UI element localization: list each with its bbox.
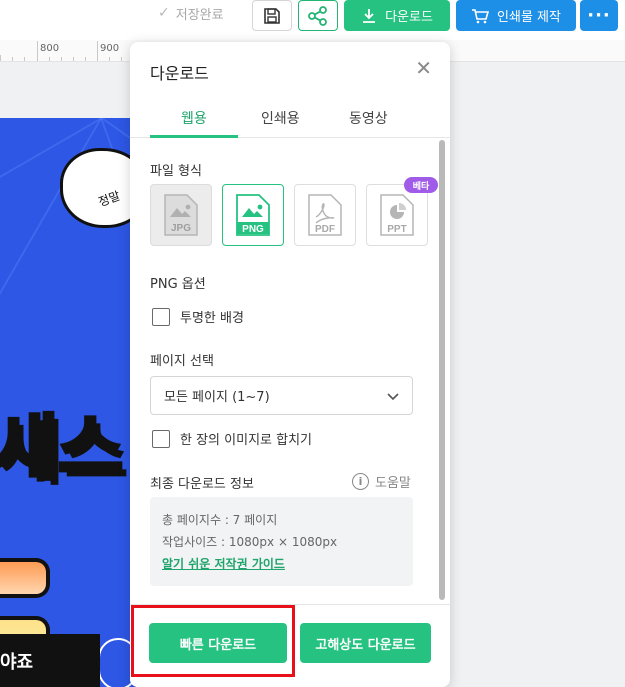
beta-badge: 베타 [404, 177, 438, 193]
fast-download-button[interactable]: 빠른 다운로드 [149, 623, 287, 663]
print-order-label: 인쇄물 제작 [497, 10, 561, 25]
ruler-label: 800 [40, 43, 60, 54]
tab-web[interactable]: 웹용 [181, 108, 207, 128]
panel-scrollbar[interactable] [439, 140, 445, 600]
bottom-label-box: 야죠 [0, 634, 100, 687]
download-icon [363, 8, 376, 23]
jpg-file-icon: JPG [164, 194, 198, 236]
download-tabs: 웹용 인쇄용 동영상 [130, 98, 450, 138]
help-link[interactable]: i 도움말 [352, 472, 411, 491]
panel-footer: 빠른 다운로드 고해상도 다운로드 [130, 604, 450, 687]
ppt-format-label: PPT [387, 224, 406, 235]
close-icon[interactable]: ✕ [415, 58, 432, 78]
merge-images-checkbox[interactable] [152, 429, 170, 448]
png-format-label: PNG [242, 224, 264, 235]
final-info-label: 최종 다운로드 정보 [150, 477, 254, 492]
tab-print[interactable]: 인쇄용 [261, 108, 300, 128]
ppt-file-icon: PPT [380, 194, 414, 236]
ruler-tick [24, 57, 25, 61]
download-button[interactable]: 다운로드 [344, 0, 450, 31]
active-tab-indicator [150, 135, 238, 138]
png-options-label: PNG 옵션 [150, 277, 206, 292]
ruler-tick [12, 57, 13, 61]
file-format-label: 파일 형식 [150, 164, 202, 179]
decorative-shape [0, 558, 50, 598]
info-icon: i [352, 473, 369, 490]
ruler-tick [109, 57, 110, 61]
info-work-size: 작업사이즈 : 1080px × 1080px [162, 535, 338, 549]
check-icon: ✓ [158, 5, 170, 21]
copyright-guide-link[interactable]: 알기 쉬운 저작권 가이드 [162, 553, 401, 575]
ruler-tick [73, 57, 74, 61]
save-status: ✓ 저장완료 [158, 4, 224, 23]
transparent-bg-label: 투명한 배경 [180, 311, 244, 326]
ruler-label: 900 [100, 43, 120, 54]
ruler-tick [37, 41, 38, 61]
bottom-label-text: 야죠 [0, 651, 34, 673]
help-label: 도움말 [375, 476, 411, 491]
pdf-format-label: PDF [315, 224, 335, 235]
page-select-label: 페이지 선택 [150, 354, 214, 369]
info-page-count: 총 페이지수 : 7 페이지 [162, 513, 278, 527]
share-button[interactable] [298, 0, 338, 31]
jpg-format-label: JPG [171, 223, 191, 234]
ruler-tick [97, 41, 98, 61]
floppy-disk-icon [264, 7, 280, 24]
png-file-icon: PNG [236, 194, 270, 236]
ruler-tick [121, 57, 122, 61]
print-order-button[interactable]: 인쇄물 제작 [456, 0, 576, 31]
ruler-tick [0, 55, 1, 61]
download-panel: 다운로드 ✕ 웹용 인쇄용 동영상 파일 형식 JPG PNG PDF PPT … [130, 42, 450, 687]
pdf-file-icon: PDF [308, 194, 342, 236]
merge-images-option[interactable]: 한 장의 이미지로 합치기 [152, 429, 312, 448]
share-icon [308, 5, 327, 26]
ruler-tick [61, 57, 62, 61]
save-status-label: 저장완료 [175, 7, 224, 23]
panel-title: 다운로드 [150, 64, 209, 83]
chevron-down-icon [387, 393, 399, 401]
transparent-bg-option[interactable]: 투명한 배경 [152, 307, 244, 326]
more-icon: ··· [587, 5, 611, 26]
transparent-bg-checkbox[interactable] [152, 307, 170, 326]
page-select-dropdown[interactable]: 모든 페이지 (1~7) [150, 376, 413, 415]
save-button[interactable] [252, 0, 292, 31]
headline-text: 새스 [0, 407, 125, 489]
merge-images-label: 한 장의 이미지로 합치기 [180, 433, 312, 448]
top-toolbar: ✓ 저장완료 다운로드 인쇄물 제작 ··· [0, 0, 625, 40]
format-pdf-option[interactable]: PDF [294, 184, 356, 246]
format-png-option[interactable]: PNG [222, 184, 284, 246]
more-options-button[interactable]: ··· [580, 0, 618, 31]
format-ppt-option[interactable]: PPT [366, 184, 428, 246]
cart-icon [472, 8, 490, 23]
download-button-label: 다운로드 [385, 10, 433, 25]
ruler-tick [49, 57, 50, 61]
tab-video[interactable]: 동영상 [349, 108, 388, 128]
ruler-tick [85, 57, 86, 61]
download-info-box: 총 페이지수 : 7 페이지 작업사이즈 : 1080px × 1080px 알… [150, 497, 413, 586]
hires-download-button[interactable]: 고해상도 다운로드 [300, 623, 431, 663]
format-jpg-option[interactable]: JPG [150, 184, 212, 246]
page-select-value: 모든 페이지 (1~7) [164, 390, 270, 405]
